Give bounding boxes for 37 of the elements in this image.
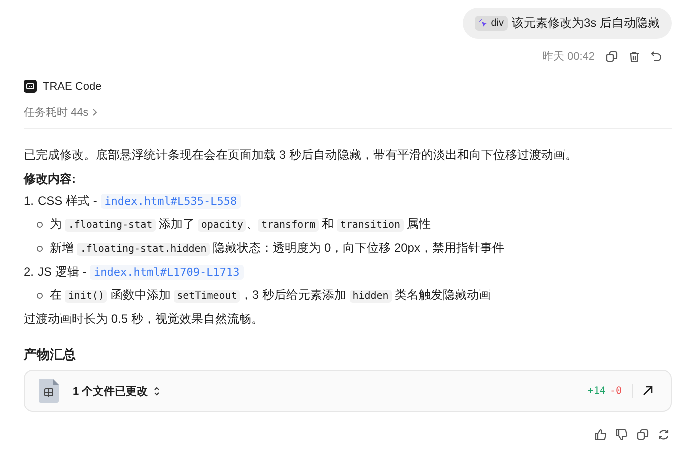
change-detail: 为 .floating-stat 添加了 opacity 、 transform 和 transition 属性 xyxy=(50,216,431,234)
expand-icon[interactable] xyxy=(154,386,160,396)
copy-icon[interactable] xyxy=(637,429,649,441)
file-link[interactable]: index.html#L1709-L1713 xyxy=(90,265,244,280)
task-duration[interactable]: 任务耗时 44s xyxy=(24,105,89,120)
thumbs-up-icon[interactable] xyxy=(595,429,607,441)
additions-count: +14 xyxy=(588,386,606,396)
undo-icon[interactable] xyxy=(651,51,662,62)
copy-icon[interactable] xyxy=(606,50,618,62)
bullet-icon xyxy=(37,246,43,252)
bullet-icon xyxy=(37,293,43,299)
change-item: JS 逻辑 - index.html#L1709-L1713 xyxy=(38,261,244,284)
refresh-icon[interactable] xyxy=(658,429,670,441)
delete-icon[interactable] xyxy=(629,50,640,62)
file-icon xyxy=(39,379,59,403)
section-title: 产物汇总 xyxy=(24,346,77,364)
message-text: 该元素修改为3s 后自动隐藏 xyxy=(512,15,660,32)
change-detail: 新增 .floating-stat.hidden 隐藏状态：透明度为 0，向下位移 20px，禁用指针事件 xyxy=(50,240,504,258)
file-link[interactable]: index.html#L535-L558 xyxy=(100,194,242,209)
bullet-icon xyxy=(37,222,43,228)
section-heading: 修改内容: xyxy=(24,171,77,188)
agent-name: TRAE Code xyxy=(43,80,102,92)
list-number: 1. xyxy=(24,193,34,210)
closing-text: 过渡动画时长为 0.5 秒，视觉效果自然流畅。 xyxy=(24,311,264,328)
change-detail: 在 init() 函数中添加 setTimeout ，3 秒后给元素添加 hidden 类名触发隐藏动画 xyxy=(50,287,492,305)
change-item: CSS 样式 - index.html#L535-L558 xyxy=(38,190,242,213)
summary-text: 已完成修改。底部悬浮统计条现在会在页面加载 3 秒后自动隐藏，带有平滑的淡出和向下位移过渡动画。 xyxy=(24,147,578,164)
timestamp: 昨天 00:42 xyxy=(542,50,595,64)
cursor-icon xyxy=(479,19,488,28)
list-number: 2. xyxy=(24,264,34,281)
agent-logo-icon xyxy=(24,80,37,93)
element-chip: div xyxy=(475,16,508,31)
chevron-right-icon[interactable] xyxy=(92,109,97,116)
open-external-icon[interactable] xyxy=(643,386,653,396)
thumbs-down-icon[interactable] xyxy=(616,429,628,441)
files-changed-toggle[interactable]: 1 个文件已更改 xyxy=(73,384,148,398)
deletions-count: -0 xyxy=(610,386,622,396)
